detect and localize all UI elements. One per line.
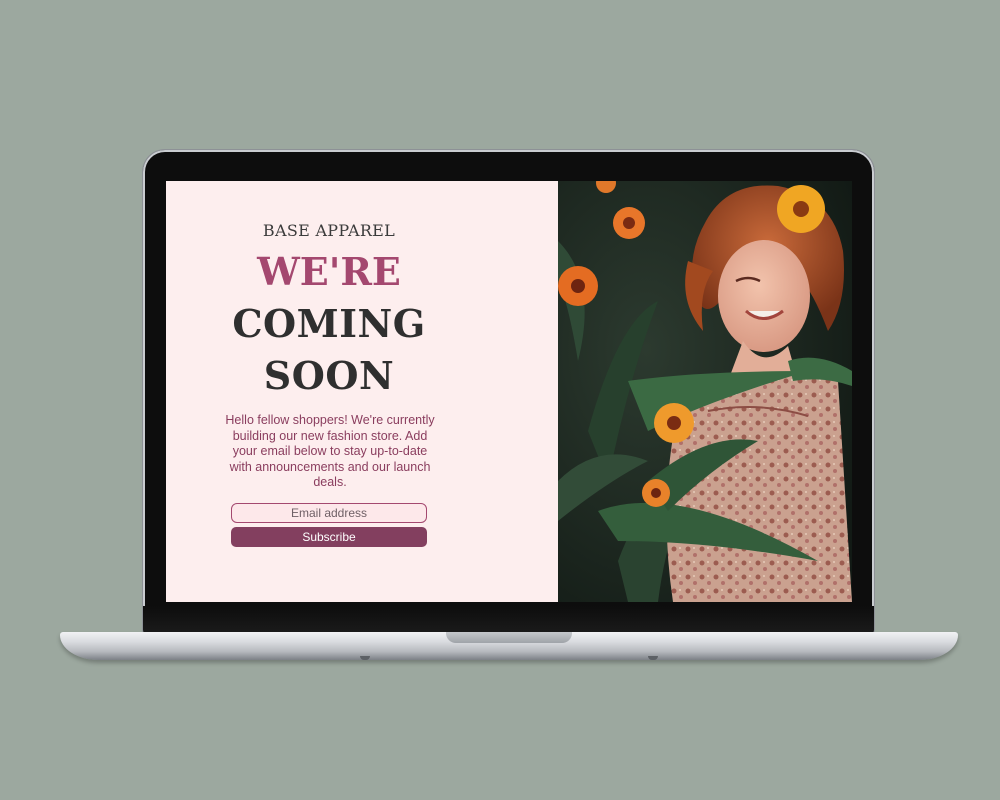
signup-panel: BASE APPAREL WE'RE COMING SOON Hello fel… — [166, 181, 558, 602]
email-input[interactable] — [231, 502, 427, 523]
hero-photo-panel — [558, 181, 852, 602]
hero-photo — [558, 181, 852, 602]
description: Hello fellow shoppers! We're currently b… — [225, 413, 435, 489]
laptop-notch — [446, 632, 572, 643]
headline-line-2: COMING — [232, 301, 426, 346]
headline-line-1: WE'RE — [257, 249, 401, 294]
signup-content: BASE APPAREL WE'RE COMING SOON Hello fel… — [222, 223, 436, 547]
subscribe-button[interactable]: Subscribe — [231, 526, 427, 547]
subscribe-form: Subscribe — [231, 502, 427, 547]
headline: WE'RE COMING SOON — [222, 253, 436, 395]
brand-logo: BASE APPAREL — [262, 221, 396, 240]
laptop-screen: BASE APPAREL WE'RE COMING SOON Hello fel… — [166, 181, 852, 602]
headline-line-3: SOON — [263, 353, 395, 398]
